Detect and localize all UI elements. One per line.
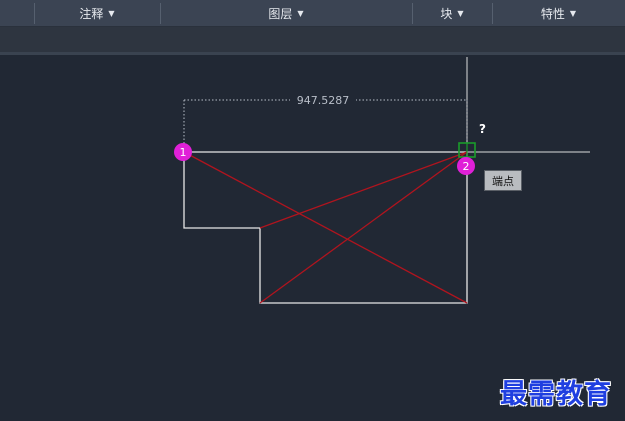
snap-tooltip: 端点 xyxy=(484,170,522,191)
grip-point-2[interactable]: 2 xyxy=(457,157,475,175)
grip-point-1[interactable]: 1 xyxy=(174,143,192,161)
diagonal-line[interactable] xyxy=(259,151,468,229)
diagonal-line[interactable] xyxy=(259,151,468,304)
watermark-text: 最需教育 xyxy=(500,379,612,410)
dimension-value-label: 947.5287 xyxy=(290,94,356,107)
cursor-help-icon: ? xyxy=(479,122,486,136)
drawing-svg[interactable] xyxy=(0,0,625,421)
